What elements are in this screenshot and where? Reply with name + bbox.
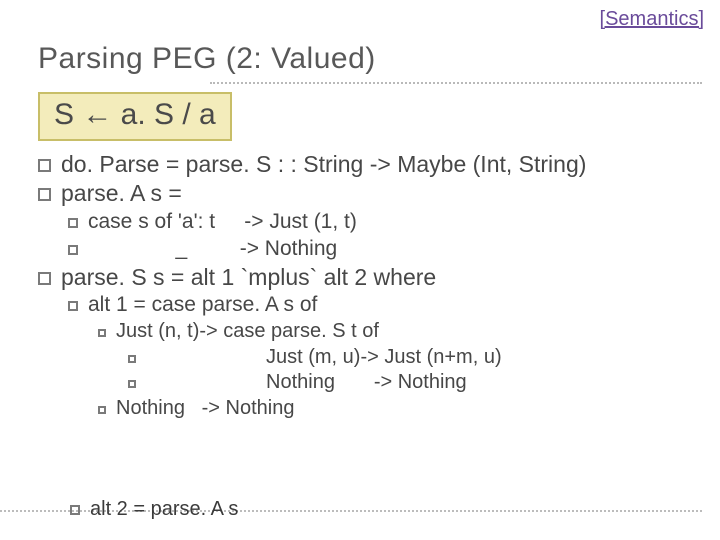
slide: [Semantics] Parsing PEG (2: Valued) S ← … xyxy=(0,0,720,540)
semantics-link[interactable]: [Semantics] xyxy=(600,8,704,31)
code-line: Just (m, u)-> Just (n+m, u) xyxy=(266,345,502,371)
bullet-icon xyxy=(128,355,136,363)
alt2-line: alt 2 = parse. A s xyxy=(70,498,238,521)
bullet-icon xyxy=(68,245,78,255)
code-line: Nothing -> Nothing xyxy=(116,396,294,422)
code-line: _ -> Nothing xyxy=(88,236,337,263)
grammar-rule-box: S ← a. S / a xyxy=(38,92,232,141)
bullet-icon xyxy=(38,272,51,285)
title-divider xyxy=(210,82,702,84)
code-line: alt 1 = case parse. A s of xyxy=(88,292,317,319)
bullet-icon xyxy=(38,188,51,201)
page-title: Parsing PEG (2: Valued) xyxy=(38,42,376,76)
bullet-icon xyxy=(98,329,106,337)
code-line: alt 2 = parse. A s xyxy=(90,498,238,521)
bullet-icon xyxy=(68,218,78,228)
code-line: Nothing -> Nothing xyxy=(266,370,467,396)
code-line: parse. A s = xyxy=(61,179,182,208)
code-line: Just (n, t)-> case parse. S t of xyxy=(116,319,379,345)
bullet-icon xyxy=(38,159,51,172)
code-body: do. Parse = parse. S : : String -> Maybe… xyxy=(38,150,702,421)
bullet-icon xyxy=(68,301,78,311)
bullet-icon xyxy=(98,406,106,414)
bullet-icon xyxy=(70,505,80,515)
bullet-icon xyxy=(128,380,136,388)
code-line: do. Parse = parse. S : : String -> Maybe… xyxy=(61,150,586,179)
code-line: parse. S s = alt 1 `mplus` alt 2 where xyxy=(61,263,436,292)
code-line: case s of 'a': t -> Just (1, t) xyxy=(88,209,357,236)
